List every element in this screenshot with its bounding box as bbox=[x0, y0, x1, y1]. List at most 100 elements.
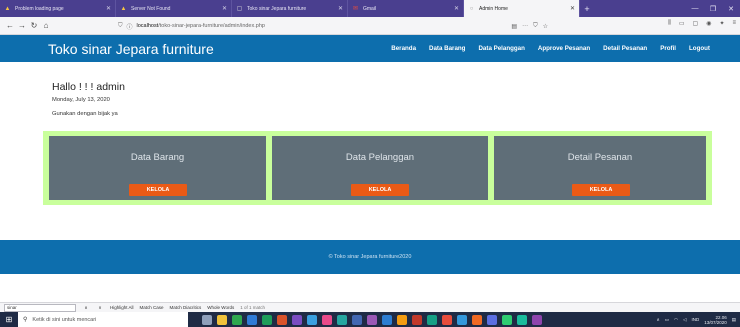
find-match-count: 1 of 1 match bbox=[240, 305, 265, 310]
close-icon[interactable]: ✕ bbox=[106, 5, 111, 12]
site-navbar: Toko sinar Jepara furniture Beranda Data… bbox=[0, 35, 740, 62]
system-tray: ∧ ▭ ◠ ◁ IND 22.06 13/07/2020 ▤ bbox=[656, 315, 740, 325]
match-case-toggle[interactable]: Match Case bbox=[140, 305, 164, 310]
url-host: localhost bbox=[136, 23, 159, 29]
app-icon[interactable] bbox=[397, 314, 407, 325]
app-icon[interactable] bbox=[442, 314, 452, 325]
app-icon[interactable] bbox=[412, 314, 422, 325]
close-window-icon[interactable]: ✕ bbox=[722, 5, 740, 13]
tab-label: Server Not Found bbox=[131, 5, 171, 12]
back-icon[interactable]: ← bbox=[4, 21, 16, 30]
app-icon[interactable] bbox=[502, 314, 512, 325]
library-icon[interactable]: ⫼ bbox=[668, 20, 671, 27]
app-icon[interactable] bbox=[457, 314, 467, 325]
site-brand[interactable]: Toko sinar Jepara furniture bbox=[48, 41, 214, 57]
app-icon[interactable] bbox=[367, 314, 377, 325]
match-diacritics-toggle[interactable]: Match Diacritics bbox=[170, 305, 202, 310]
app-icon[interactable] bbox=[262, 314, 272, 325]
nav-item-data-pelanggan[interactable]: Data Pelanggan bbox=[478, 45, 524, 52]
app-icon[interactable] bbox=[487, 314, 497, 325]
whole-words-toggle[interactable]: Whole Words bbox=[207, 305, 234, 310]
app-icon[interactable] bbox=[352, 314, 362, 325]
find-previous-icon[interactable]: ∧ bbox=[82, 305, 90, 311]
sidebar-icon[interactable]: ▭ bbox=[679, 20, 685, 27]
app-icon[interactable] bbox=[382, 314, 392, 325]
nav-item-detail-pesanan[interactable]: Detail Pesanan bbox=[603, 45, 647, 52]
tab-label: Problem loading page bbox=[15, 5, 64, 12]
clock-date: 13/07/2020 bbox=[704, 319, 727, 325]
app-icon[interactable] bbox=[277, 314, 287, 325]
kelola-button[interactable]: KELOLA bbox=[351, 184, 409, 196]
notification-icon[interactable]: ▤ bbox=[732, 317, 736, 323]
bookmark-star-icon[interactable]: ☆ bbox=[543, 23, 548, 30]
chevron-up-icon[interactable]: ∧ bbox=[656, 317, 659, 323]
app-icon[interactable] bbox=[532, 314, 542, 325]
chrome-icon[interactable] bbox=[232, 314, 242, 325]
close-icon[interactable]: ✕ bbox=[454, 5, 459, 12]
close-icon[interactable]: ✕ bbox=[338, 5, 343, 12]
nav-item-profil[interactable]: Profil bbox=[660, 45, 676, 52]
nav-item-approve-pesanan[interactable]: Approve Pesanan bbox=[538, 45, 590, 52]
menu-icon[interactable]: ≡ bbox=[732, 20, 736, 27]
app-icon[interactable] bbox=[322, 314, 332, 325]
extension-icon[interactable]: ▢ bbox=[693, 20, 699, 27]
app-icon[interactable] bbox=[427, 314, 437, 325]
card-title: Data Pelanggan bbox=[345, 152, 415, 163]
maximize-icon[interactable]: ❐ bbox=[704, 5, 722, 13]
window-controls: — ❐ ✕ bbox=[686, 0, 740, 17]
home-icon[interactable]: ⌂ bbox=[40, 21, 52, 30]
page-actions-icon[interactable]: ··· bbox=[522, 23, 528, 30]
close-icon[interactable]: ✕ bbox=[570, 5, 575, 12]
new-tab-icon[interactable]: + bbox=[580, 0, 594, 17]
nav-item-data-barang[interactable]: Data Barang bbox=[429, 45, 465, 52]
highlight-all-toggle[interactable]: Highlight All bbox=[110, 305, 134, 310]
app-icon[interactable] bbox=[337, 314, 347, 325]
taskbar-search[interactable]: ⚲ Ketik di sini untuk mencari bbox=[18, 312, 188, 327]
browser-tab-3[interactable]: ▢ Toko sinar Jepara furniture ✕ bbox=[232, 0, 348, 17]
url-bar[interactable]: ⛉ ⓘ localhost /toko-sinar-jepara-furnitu… bbox=[118, 19, 548, 33]
find-next-icon[interactable]: ∨ bbox=[96, 305, 104, 311]
shield-icon: ⛉ bbox=[118, 22, 123, 29]
find-input[interactable]: sinar bbox=[4, 303, 76, 312]
kelola-button[interactable]: KELOLA bbox=[129, 184, 187, 196]
store-icon[interactable] bbox=[247, 314, 257, 325]
windows-start-icon[interactable]: ⊞ bbox=[0, 312, 18, 327]
reader-view-icon[interactable]: ▤ bbox=[511, 23, 517, 30]
reload-icon[interactable]: ↻ bbox=[28, 21, 40, 30]
nav-item-logout[interactable]: Logout bbox=[689, 45, 710, 52]
browser-tab-2[interactable]: ▲ Server Not Found ✕ bbox=[116, 0, 232, 17]
file-explorer-icon[interactable] bbox=[217, 314, 227, 325]
nav-item-beranda[interactable]: Beranda bbox=[391, 45, 416, 52]
page-icon: ○ bbox=[469, 5, 474, 12]
pocket-icon[interactable]: ⛉ bbox=[533, 23, 538, 30]
minimize-icon[interactable]: — bbox=[686, 5, 704, 12]
forward-icon[interactable]: → bbox=[16, 21, 28, 30]
tab-label: Admin Home bbox=[479, 5, 508, 12]
browser-tab-1[interactable]: ▲ Problem loading page ✕ bbox=[0, 0, 116, 17]
wifi-icon[interactable]: ◠ bbox=[674, 317, 678, 323]
close-icon[interactable]: ✕ bbox=[222, 5, 227, 12]
browser-tab-5[interactable]: ○ Admin Home ✕ bbox=[464, 0, 580, 17]
toolbar-right: ⫼ ▭ ▢ ◉ ✦ ≡ bbox=[668, 20, 736, 27]
current-date: Monday, July 13, 2020 bbox=[52, 97, 110, 103]
app-icon[interactable] bbox=[292, 314, 302, 325]
gmail-icon: ✉ bbox=[352, 6, 359, 12]
firefox-icon[interactable] bbox=[472, 314, 482, 325]
input-language[interactable]: IND bbox=[691, 317, 699, 322]
card-title: Data Barang bbox=[130, 152, 185, 163]
task-view-icon[interactable] bbox=[202, 314, 212, 325]
info-icon: ⓘ bbox=[126, 24, 133, 31]
browser-tab-4[interactable]: ✉ Gmail ✕ bbox=[348, 0, 464, 17]
addon-icon[interactable]: ✦ bbox=[719, 20, 724, 27]
tab-label: Toko sinar Jepara furniture bbox=[247, 5, 307, 12]
app-icon[interactable] bbox=[517, 314, 527, 325]
volume-icon[interactable]: ◁ bbox=[683, 317, 686, 323]
system-clock[interactable]: 22.06 13/07/2020 bbox=[704, 315, 727, 325]
card-detail-pesanan: Detail Pesanan KELOLA bbox=[494, 136, 706, 200]
greeting-heading: Hallo ! ! ! admin bbox=[52, 81, 125, 93]
warning-icon: ▲ bbox=[120, 5, 127, 12]
kelola-button[interactable]: KELOLA bbox=[572, 184, 630, 196]
battery-icon[interactable]: ▭ bbox=[665, 317, 669, 323]
app-icon[interactable] bbox=[307, 314, 317, 325]
account-icon[interactable]: ◉ bbox=[706, 20, 711, 27]
